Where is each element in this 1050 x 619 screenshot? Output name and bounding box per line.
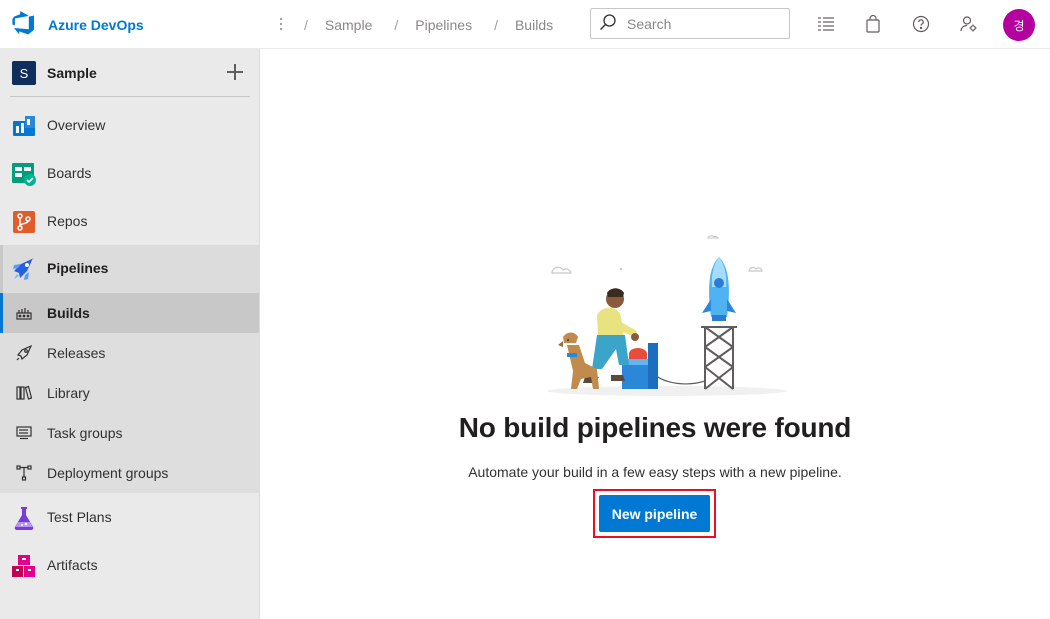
sidebar-item-artifacts[interactable]: Artifacts	[0, 542, 259, 590]
breadcrumb-separator: /	[394, 16, 399, 33]
sidebar-item-label: Boards	[47, 165, 92, 181]
sidebar-subitem-task-groups[interactable]: Task groups	[0, 413, 259, 453]
test-plans-icon	[12, 506, 36, 530]
sidebar-item-pipelines[interactable]: Pipelines	[0, 245, 259, 293]
overview-icon	[12, 114, 36, 138]
user-settings-icon[interactable]	[958, 13, 980, 35]
sidebar-item-label: Artifacts	[47, 557, 98, 573]
sidebar-item-label: Repos	[47, 213, 88, 229]
releases-icon	[16, 345, 32, 361]
library-icon	[16, 385, 32, 401]
empty-state-title: No build pipelines were found	[458, 412, 852, 443]
sidebar-item-label: Overview	[47, 117, 106, 133]
sidebar-item-test-plans[interactable]: Test Plans	[0, 494, 259, 542]
help-icon[interactable]	[910, 13, 932, 35]
project-badge: S	[12, 61, 36, 85]
more-vertical-icon[interactable]	[272, 13, 290, 35]
breadcrumb-separator: /	[494, 16, 498, 33]
breadcrumb: / Sample / Pipelines / Builds	[300, 0, 571, 49]
deployment-groups-icon	[16, 465, 32, 481]
breadcrumb-pipelines[interactable]: Pipelines	[415, 17, 472, 33]
sidebar: S Sample Overview Boards Repos Pipelines	[0, 49, 260, 619]
azure-devops-logo-icon	[12, 11, 36, 38]
avatar[interactable]: 경	[1003, 9, 1035, 41]
task-groups-icon	[16, 425, 32, 441]
add-icon[interactable]	[225, 62, 245, 82]
repos-icon	[12, 210, 36, 234]
search-input[interactable]	[627, 15, 777, 32]
sidebar-subitem-label: Releases	[47, 345, 106, 361]
brand-name: Azure DevOps	[48, 16, 144, 33]
shopping-bag-icon[interactable]	[862, 13, 884, 35]
search-box[interactable]	[590, 8, 790, 39]
brand-home-link[interactable]: Azure DevOps	[12, 11, 144, 38]
task-list-icon[interactable]	[815, 13, 837, 35]
sidebar-divider	[10, 96, 250, 97]
boards-icon	[12, 162, 36, 186]
breadcrumb-separator: /	[304, 16, 308, 33]
builds-icon	[16, 305, 32, 321]
sidebar-subitem-deployment-groups[interactable]: Deployment groups	[0, 453, 259, 493]
sidebar-subitem-label: Deployment groups	[47, 465, 169, 481]
sidebar-subitem-library[interactable]: Library	[0, 373, 259, 413]
sidebar-item-label: Test Plans	[47, 509, 112, 525]
project-header[interactable]: S Sample	[0, 49, 259, 97]
sidebar-item-label: Pipelines	[47, 260, 109, 276]
sidebar-subitem-label: Builds	[47, 305, 90, 321]
sidebar-item-repos[interactable]: Repos	[0, 198, 259, 246]
new-pipeline-button[interactable]: New pipeline	[599, 495, 710, 532]
empty-state-description: Automate your build in a few easy steps …	[468, 464, 842, 480]
pipelines-submenu: Builds Releases Library Task groups Depl…	[0, 293, 259, 493]
sidebar-subitem-label: Library	[47, 385, 90, 401]
sidebar-subitem-releases[interactable]: Releases	[0, 333, 259, 373]
artifacts-icon	[12, 554, 36, 578]
sidebar-subitem-builds[interactable]: Builds	[0, 293, 259, 333]
search-icon	[591, 13, 617, 34]
sidebar-item-boards[interactable]: Boards	[0, 150, 259, 198]
breadcrumb-project[interactable]: Sample	[325, 17, 372, 33]
sidebar-subitem-label: Task groups	[47, 425, 123, 441]
breadcrumb-builds[interactable]: Builds	[515, 17, 553, 33]
sidebar-item-overview[interactable]: Overview	[0, 102, 259, 150]
empty-state-illustration	[527, 227, 787, 397]
main-content: No build pipelines were found Automate y…	[260, 49, 1050, 619]
pipelines-icon	[12, 257, 36, 281]
top-bar: Azure DevOps / Sample / Pipelines / Buil…	[0, 0, 1050, 49]
project-name: Sample	[47, 65, 97, 81]
